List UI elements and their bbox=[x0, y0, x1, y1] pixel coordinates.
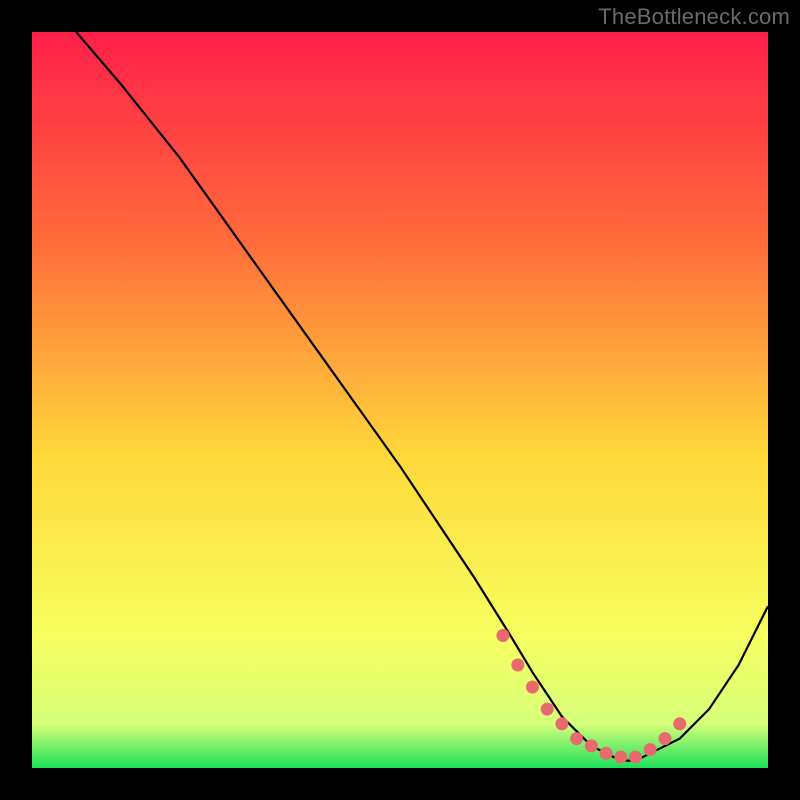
marker-dot bbox=[644, 743, 657, 756]
watermark-text: TheBottleneck.com bbox=[598, 4, 790, 30]
marker-dot bbox=[526, 681, 539, 694]
marker-dot bbox=[497, 629, 510, 642]
marker-dot bbox=[629, 751, 642, 764]
marker-dot bbox=[555, 717, 568, 730]
marker-dot bbox=[541, 703, 554, 716]
plot-background bbox=[32, 32, 768, 768]
marker-dot bbox=[600, 747, 613, 760]
marker-dot bbox=[614, 751, 627, 764]
marker-dot bbox=[511, 659, 524, 672]
marker-dot bbox=[570, 732, 583, 745]
chart-svg bbox=[0, 0, 800, 800]
marker-dot bbox=[673, 717, 686, 730]
marker-dot bbox=[585, 739, 598, 752]
marker-dot bbox=[659, 732, 672, 745]
chart-container: { "watermark": "TheBottleneck.com", "cha… bbox=[0, 0, 800, 800]
